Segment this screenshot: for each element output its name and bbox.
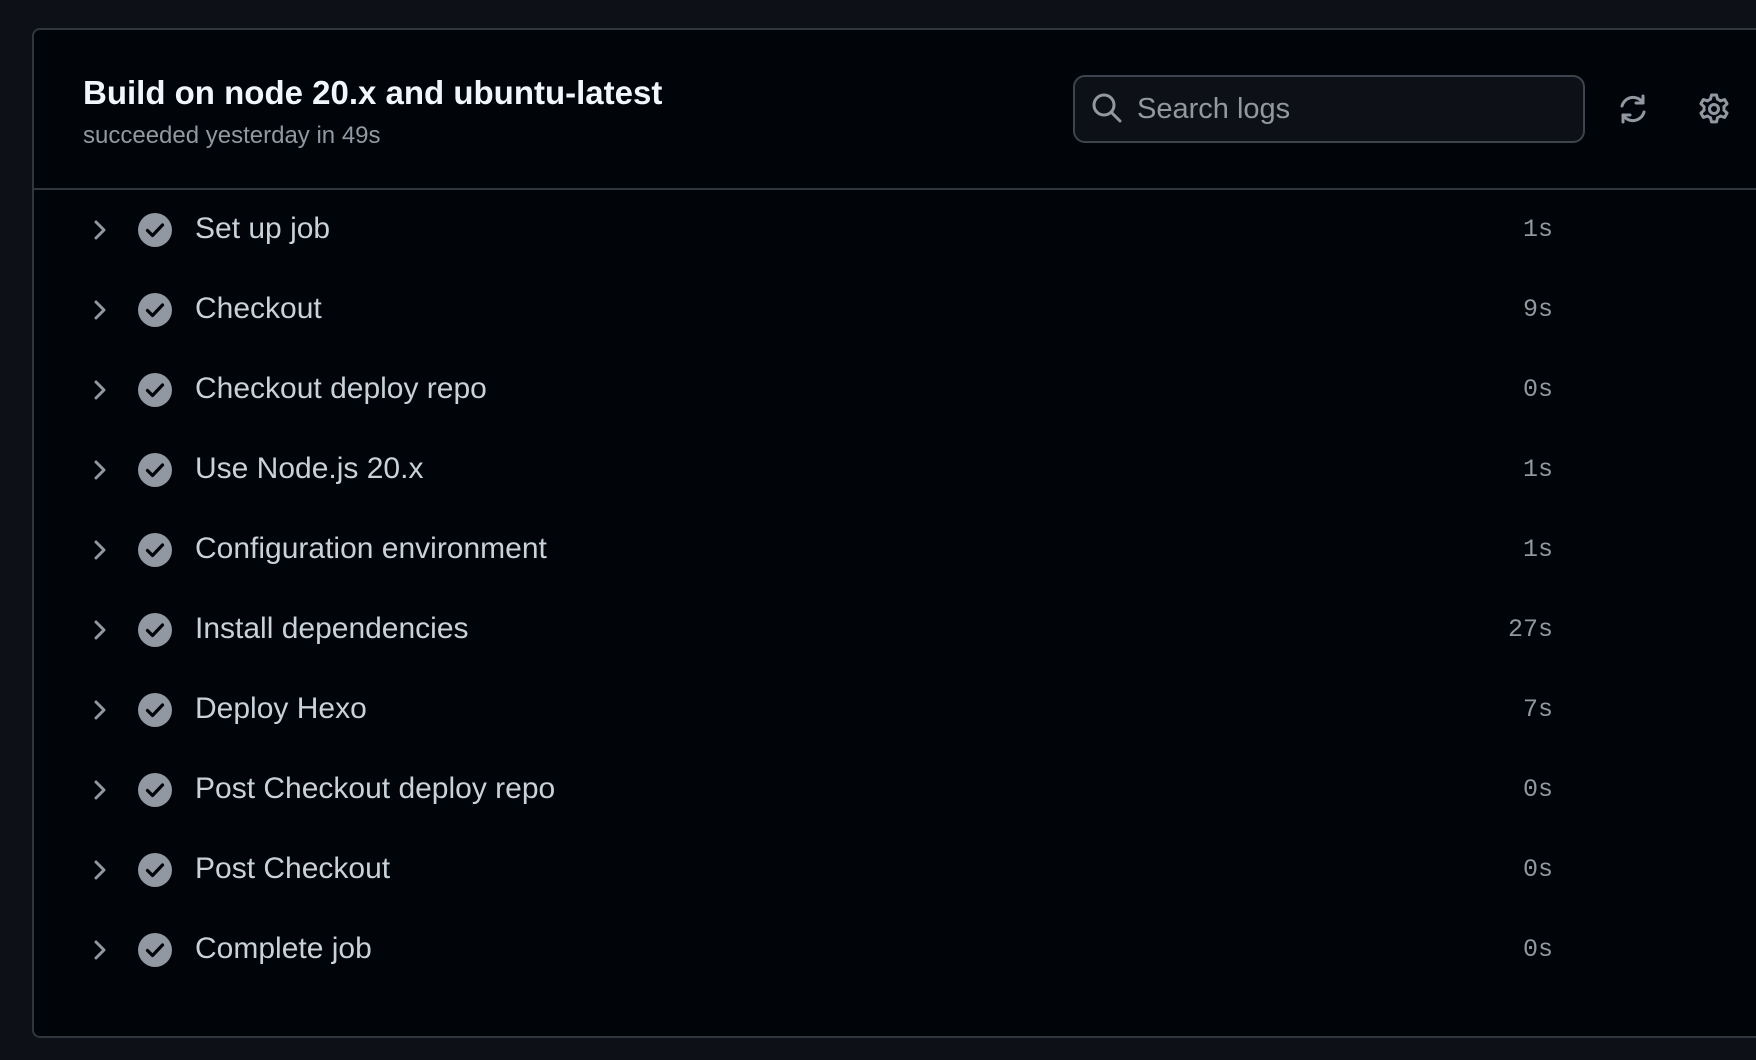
check-circle-icon: [138, 773, 172, 807]
check-circle-icon: [138, 213, 172, 247]
step-duration: 1s: [1522, 215, 1553, 244]
step-row[interactable]: Checkout deploy repo 0s: [34, 350, 1756, 430]
chevron-right-icon: [94, 220, 106, 240]
refresh-button[interactable]: [1609, 85, 1657, 133]
step-duration: 1s: [1522, 535, 1553, 564]
job-title: Build on node 20.x and ubuntu-latest: [83, 74, 663, 111]
step-duration: 7s: [1522, 695, 1553, 724]
step-row[interactable]: Complete job 0s: [34, 910, 1756, 990]
check-circle-icon: [138, 853, 172, 887]
chevron-right-icon: [94, 540, 106, 560]
step-name: Checkout: [195, 292, 322, 325]
step-duration: 0s: [1522, 935, 1553, 964]
step-row[interactable]: Use Node.js 20.x 1s: [34, 430, 1756, 510]
check-circle-icon: [138, 293, 172, 327]
steps-list: Set up job 1s Checkout 9s Checkout deplo…: [34, 190, 1756, 990]
step-row[interactable]: Install dependencies 27s: [34, 590, 1756, 670]
job-header: Build on node 20.x and ubuntu-latest suc…: [34, 30, 1756, 190]
step-duration: 1s: [1522, 455, 1553, 484]
search-logs-input[interactable]: [1137, 81, 1557, 137]
check-circle-icon: [138, 453, 172, 487]
step-row[interactable]: Set up job 1s: [34, 190, 1756, 270]
step-name: Deploy Hexo: [195, 692, 367, 725]
check-circle-icon: [138, 693, 172, 727]
settings-button[interactable]: [1690, 85, 1738, 133]
step-duration: 9s: [1522, 295, 1553, 324]
step-name: Post Checkout deploy repo: [195, 772, 556, 805]
chevron-right-icon: [94, 940, 106, 960]
search-icon: [1092, 93, 1122, 123]
check-circle-icon: [138, 613, 172, 647]
step-name: Set up job: [195, 212, 331, 245]
step-name: Post Checkout: [195, 852, 391, 885]
step-duration: 0s: [1522, 775, 1553, 804]
chevron-right-icon: [94, 780, 106, 800]
step-duration: 27s: [1507, 615, 1553, 644]
search-logs-box[interactable]: [1073, 75, 1585, 143]
chevron-right-icon: [94, 700, 106, 720]
step-row[interactable]: Configuration environment 1s: [34, 510, 1756, 590]
check-circle-icon: [138, 373, 172, 407]
sync-icon: [1620, 94, 1646, 124]
step-row[interactable]: Deploy Hexo 7s: [34, 670, 1756, 750]
chevron-right-icon: [94, 380, 106, 400]
step-row[interactable]: Checkout 9s: [34, 270, 1756, 350]
step-row[interactable]: Post Checkout 0s: [34, 830, 1756, 910]
step-name: Configuration environment: [195, 532, 547, 565]
job-status-text: succeeded yesterday in 49s: [83, 122, 381, 149]
step-name: Install dependencies: [195, 612, 469, 645]
step-name: Use Node.js 20.x: [195, 452, 424, 485]
job-log-panel: Build on node 20.x and ubuntu-latest suc…: [32, 28, 1756, 1038]
step-name: Checkout deploy repo: [195, 372, 487, 405]
gear-icon: [1699, 93, 1729, 124]
step-row[interactable]: Post Checkout deploy repo 0s: [34, 750, 1756, 830]
chevron-right-icon: [94, 300, 106, 320]
check-circle-icon: [138, 533, 172, 567]
chevron-right-icon: [94, 860, 106, 880]
chevron-right-icon: [94, 620, 106, 640]
step-duration: 0s: [1522, 375, 1553, 404]
step-name: Complete job: [195, 932, 372, 965]
chevron-right-icon: [94, 460, 106, 480]
check-circle-icon: [138, 933, 172, 967]
step-duration: 0s: [1522, 855, 1553, 884]
